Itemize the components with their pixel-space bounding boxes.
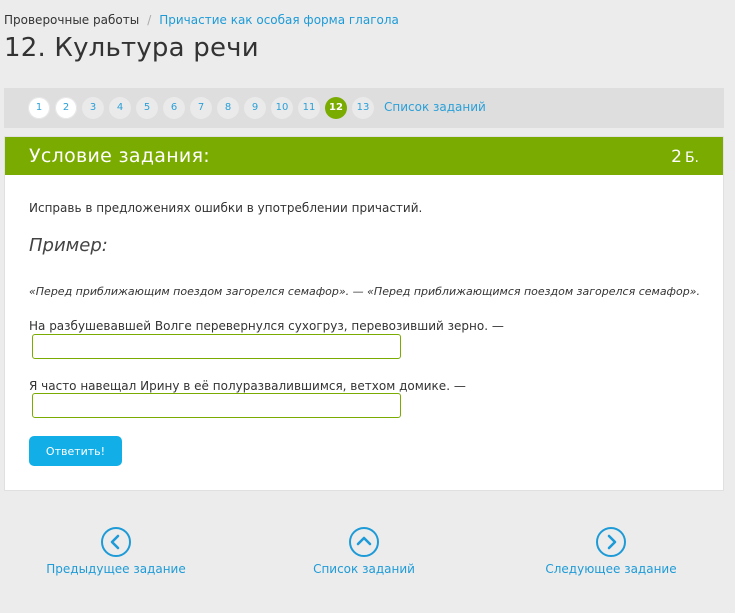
task-points: 2 Б. (671, 147, 699, 167)
task-list-link[interactable]: Список заданий (384, 100, 486, 114)
previous-task-link[interactable]: Предыдущее задание (26, 527, 206, 587)
chevron-right-circle-icon (596, 527, 626, 557)
task-list-bottom-label: Список заданий (313, 562, 415, 576)
pager-item-13[interactable]: 13 (352, 97, 374, 119)
example-heading: Пример: (29, 235, 108, 256)
breadcrumb-separator: / (147, 13, 152, 27)
sentence-2: Я часто навещал Ирину в её полуразваливш… (29, 379, 466, 393)
task-points-value: 2 (671, 147, 682, 167)
next-task-label: Следующее задание (545, 562, 677, 576)
task-header: Условие задания: 2 Б. (5, 137, 723, 175)
chevron-left-circle-icon (101, 527, 131, 557)
pager-item-4[interactable]: 4 (109, 97, 131, 119)
task-header-title: Условие задания: (29, 145, 210, 167)
next-task-link[interactable]: Следующее задание (521, 527, 701, 587)
task-pager: 1 2 3 4 5 6 7 8 9 10 11 12 13 Список зад… (4, 88, 724, 128)
breadcrumb-root-link[interactable]: Проверочные работы (4, 13, 139, 27)
task-card: Условие задания: 2 Б. Исправь в предложен… (4, 136, 724, 491)
answer-input-1[interactable] (32, 334, 401, 359)
pager-item-3[interactable]: 3 (82, 97, 104, 119)
pager-item-9[interactable]: 9 (244, 97, 266, 119)
pager-item-12-current[interactable]: 12 (325, 97, 347, 119)
task-instruction: Исправь в предложениях ошибки в употребл… (29, 201, 423, 215)
pager-item-11[interactable]: 11 (298, 97, 320, 119)
pager-item-10[interactable]: 10 (271, 97, 293, 119)
answer-input-2[interactable] (32, 393, 401, 418)
pager-item-5[interactable]: 5 (136, 97, 158, 119)
breadcrumb-current-link[interactable]: Причастие как особая форма глагола (159, 13, 399, 27)
task-points-unit: Б. (684, 150, 699, 166)
pager-item-2[interactable]: 2 (55, 97, 77, 119)
pager-item-6[interactable]: 6 (163, 97, 185, 119)
breadcrumb: Проверочные работы / Причастие как особая … (4, 13, 399, 27)
chevron-up-circle-icon (349, 527, 379, 557)
page-title: 12. Культура речи (4, 33, 259, 63)
previous-task-label: Предыдущее задание (46, 562, 186, 576)
pager-item-1[interactable]: 1 (28, 97, 50, 119)
pager-item-8[interactable]: 8 (217, 97, 239, 119)
sentence-1: На разбушевавшей Волге перевернулся сухо… (29, 319, 504, 333)
pager-item-7[interactable]: 7 (190, 97, 212, 119)
submit-answer-button[interactable]: Ответить! (29, 436, 122, 466)
example-text: «Перед приближающим поездом загорелся се… (29, 285, 700, 298)
task-list-bottom-link[interactable]: Список заданий (274, 527, 454, 587)
